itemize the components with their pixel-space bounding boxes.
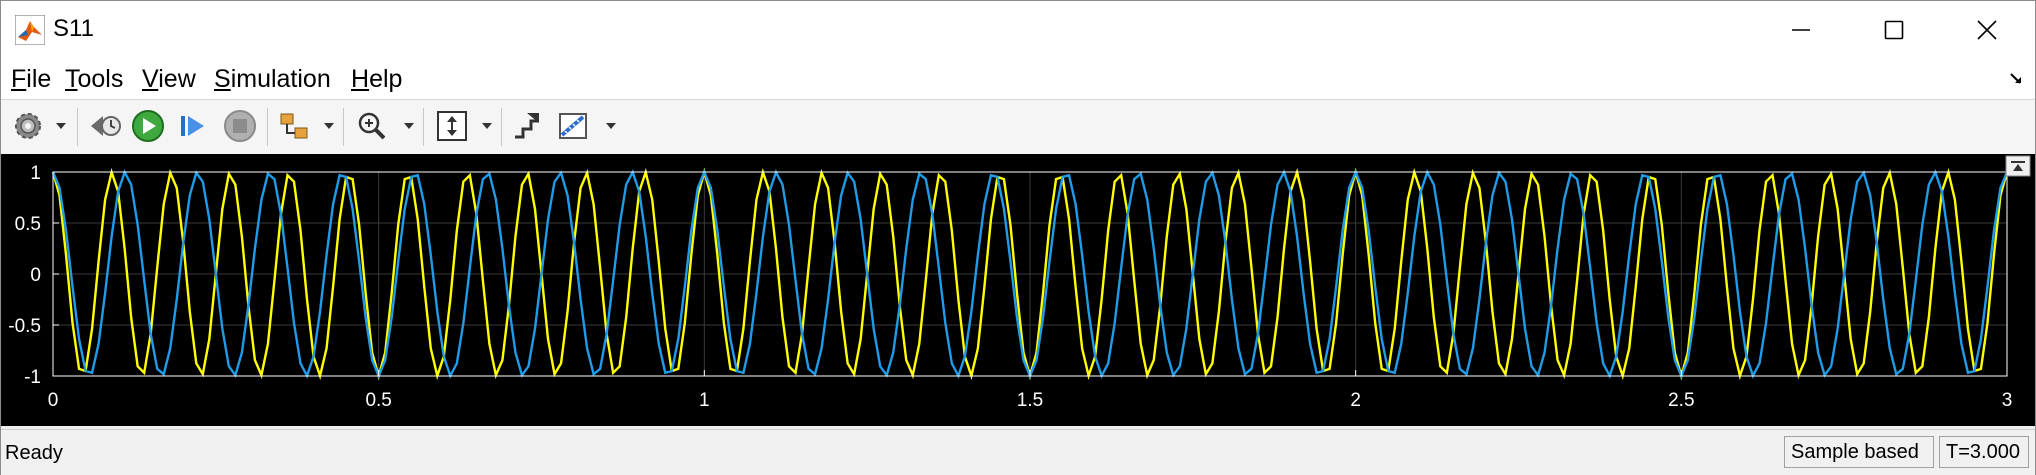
step-back-button[interactable] — [87, 108, 123, 144]
x-tick-label: 3 — [2002, 390, 2013, 411]
toolbar-separator — [77, 108, 78, 146]
x-tick-label: 0.5 — [365, 390, 391, 411]
settings-dropdown[interactable] — [55, 108, 67, 144]
step-forward-icon — [181, 116, 204, 136]
run-icon — [132, 110, 164, 142]
title-bar: S11 — [1, 1, 2035, 59]
menu-bar: File Tools View Simulation Help — [1, 59, 2035, 99]
scope-chart[interactable]: 0 0.5 1 1.5 2 2.5 3 1 0.5 0 -0.5 -1 — [1, 154, 2035, 426]
x-tick-label: 2.5 — [1668, 390, 1694, 411]
y-tick-label: 0 — [30, 265, 41, 286]
y-tick-label: 0.5 — [15, 214, 41, 235]
toolbar — [1, 99, 2035, 155]
run-button[interactable] — [131, 108, 165, 144]
close-button[interactable] — [1941, 1, 2033, 59]
autoscale-icon — [437, 111, 467, 141]
step-back-icon — [91, 116, 121, 136]
highlight-block-button[interactable] — [511, 108, 545, 144]
autoscale-corner-icon[interactable] — [2005, 155, 2031, 177]
y-tick-label: 1 — [30, 163, 41, 184]
sample-mode-indicator: Sample based — [1784, 436, 1934, 468]
undock-arrow-icon[interactable] — [2009, 71, 2025, 87]
menu-view[interactable]: View — [142, 65, 196, 94]
signal-selector-dropdown[interactable] — [323, 108, 335, 144]
matlab-logo-icon — [15, 15, 45, 45]
zoom-icon — [358, 112, 386, 140]
measurement-button[interactable] — [557, 108, 593, 144]
dropdown-arrow-icon — [482, 123, 492, 129]
zoom-dropdown[interactable] — [403, 108, 415, 144]
dropdown-arrow-icon — [56, 123, 66, 129]
y-tick-label: -0.5 — [8, 316, 41, 337]
x-tick-label: 0 — [48, 390, 59, 411]
grid — [52, 171, 2008, 377]
sim-time-indicator: T=3.000 — [1939, 436, 2029, 468]
x-tick-label: 1.5 — [1017, 390, 1043, 411]
zoom-button[interactable] — [355, 108, 389, 144]
step-forward-button[interactable] — [177, 108, 209, 144]
toolbar-separator — [267, 108, 268, 146]
settings-button[interactable] — [11, 108, 45, 144]
measurement-icon — [559, 113, 587, 139]
x-tick-label: 1 — [699, 390, 710, 411]
signal-selector-icon — [280, 113, 308, 139]
toolbar-separator — [423, 108, 424, 146]
settings-gear-icon — [15, 113, 41, 139]
toolbar-separator — [343, 108, 344, 146]
stop-icon — [224, 110, 256, 142]
sample-mode-label: Sample based — [1791, 440, 1919, 463]
stop-button[interactable] — [223, 108, 257, 144]
autoscale-button[interactable] — [435, 108, 469, 144]
signal-selector-button[interactable] — [277, 108, 313, 144]
sim-time-label: T=3.000 — [1946, 440, 2020, 463]
menu-simulation[interactable]: Simulation — [214, 65, 331, 94]
autoscale-dropdown[interactable] — [481, 108, 493, 144]
scope-window: S11 File Tools View Simulation Help 0 0.… — [0, 0, 2036, 475]
highlight-block-icon — [515, 113, 539, 139]
maximize-icon — [1884, 20, 1904, 40]
dropdown-arrow-icon — [606, 123, 616, 129]
close-icon — [1977, 20, 1997, 40]
minimize-button[interactable] — [1755, 1, 1847, 59]
maximize-button[interactable] — [1848, 1, 1940, 59]
x-tick-label: 2 — [1350, 390, 1361, 411]
dropdown-arrow-icon — [404, 123, 414, 129]
minimize-icon — [1792, 29, 1810, 31]
measurement-dropdown[interactable] — [605, 108, 617, 144]
menu-help[interactable]: Help — [351, 65, 402, 94]
y-tick-label: -1 — [24, 367, 41, 388]
window-title: S11 — [53, 15, 94, 42]
menu-tools[interactable]: Tools — [65, 65, 123, 94]
status-bar: Ready Sample based T=3.000 — [1, 429, 2035, 475]
dropdown-arrow-icon — [324, 123, 334, 129]
scope-display[interactable]: 0 0.5 1 1.5 2 2.5 3 1 0.5 0 -0.5 -1 — [1, 154, 2035, 426]
toolbar-separator — [501, 108, 502, 146]
status-text: Ready — [5, 442, 63, 464]
menu-file[interactable]: File — [11, 65, 51, 94]
